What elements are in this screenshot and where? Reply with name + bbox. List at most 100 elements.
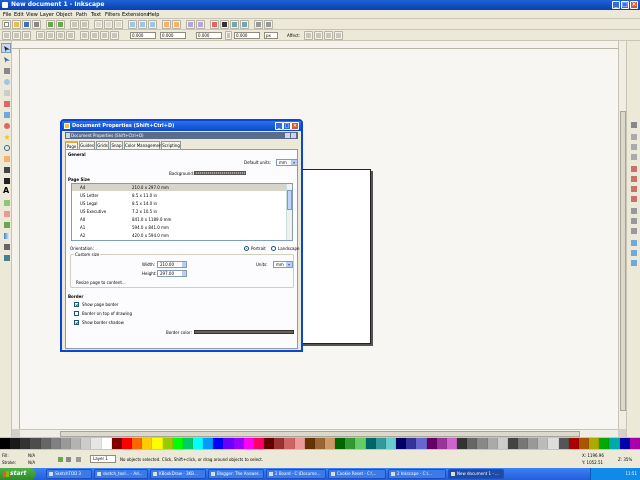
menu-help[interactable]: Help	[148, 12, 159, 18]
flip-vertical-button[interactable]	[66, 31, 75, 40]
color-swatch[interactable]	[619, 438, 630, 449]
select-all-layers-button[interactable]	[12, 31, 21, 40]
color-swatch[interactable]	[568, 438, 579, 449]
duplicate-button[interactable]	[162, 20, 171, 29]
node-tool[interactable]	[1, 54, 11, 64]
list-item[interactable]: US Legal 8.5 x 14.0 in	[72, 200, 287, 207]
color-swatch[interactable]	[345, 438, 356, 449]
tab-guides[interactable]: Guides	[79, 141, 95, 149]
dock-iconify-button[interactable]	[285, 133, 290, 138]
flip-horizontal-button[interactable]	[56, 31, 65, 40]
color-swatch[interactable]	[335, 438, 346, 449]
clock[interactable]: 11:51	[625, 471, 637, 476]
snap-bbox-corner[interactable]	[629, 153, 639, 161]
menu-extensions[interactable]: Extensions	[122, 12, 149, 18]
lower-button[interactable]	[100, 31, 109, 40]
color-swatch[interactable]	[213, 438, 224, 449]
affect-corners-button[interactable]	[314, 31, 323, 40]
menu-layer[interactable]: Layer	[40, 12, 54, 18]
color-swatch[interactable]	[548, 438, 559, 449]
color-swatch[interactable]	[253, 438, 265, 449]
open-button[interactable]	[12, 20, 21, 29]
resize-to-content-expander[interactable]: Resize page to content...	[76, 280, 126, 285]
tab-page[interactable]: Page	[65, 141, 78, 149]
pencil-tool[interactable]	[1, 153, 11, 163]
color-swatch[interactable]	[101, 438, 112, 449]
task-item-active[interactable]: New document 1 - ...	[448, 469, 504, 479]
cut-button[interactable]	[104, 20, 113, 29]
zoom-page-button[interactable]	[148, 20, 157, 29]
dialog-titlebar[interactable]: Document Properties (Shift+Ctrl+D) _ □ ×	[62, 121, 301, 131]
tab-snap[interactable]: Snap	[110, 141, 123, 149]
color-swatch[interactable]	[396, 438, 407, 449]
color-swatch[interactable]	[0, 438, 11, 449]
page-size-scrollbar[interactable]	[286, 184, 292, 240]
visibility-icon[interactable]	[58, 457, 63, 462]
color-swatch[interactable]	[467, 438, 478, 449]
color-swatch[interactable]	[162, 438, 173, 449]
snap-page-border[interactable]	[629, 239, 639, 247]
color-swatch[interactable]	[589, 438, 600, 449]
tab-grids[interactable]: Grids	[96, 141, 109, 149]
snap-rotation-center[interactable]	[629, 227, 639, 235]
color-swatch[interactable]	[314, 438, 325, 449]
select-all-button[interactable]	[2, 31, 11, 40]
color-swatch[interactable]	[243, 438, 254, 449]
width-spinbox[interactable]: 210.00	[157, 261, 187, 268]
snap-bbox[interactable]	[629, 133, 639, 141]
gradient-tool[interactable]	[1, 230, 11, 240]
color-swatch[interactable]	[91, 438, 102, 449]
landscape-radio[interactable]	[271, 246, 276, 251]
task-item[interactable]: KBookDraw - 3KB...	[150, 469, 206, 479]
color-swatch[interactable]	[497, 438, 508, 449]
color-swatch[interactable]	[538, 438, 549, 449]
snap-midpoints[interactable]	[629, 207, 639, 215]
color-swatch[interactable]	[385, 438, 397, 449]
measure-tool[interactable]	[1, 87, 11, 97]
color-swatch[interactable]	[152, 438, 163, 449]
pen-tool[interactable]	[1, 164, 11, 174]
vertical-scrollbar[interactable]	[618, 41, 626, 429]
close-button[interactable]: ×	[630, 1, 638, 9]
task-item[interactable]: Cookie Reset - C:\...	[328, 469, 386, 479]
color-swatch[interactable]	[325, 438, 336, 449]
height-spinbox[interactable]: 297.00	[157, 270, 187, 277]
ungroup-button[interactable]	[196, 20, 205, 29]
xml-editor-button[interactable]	[230, 20, 239, 29]
snap-guide[interactable]	[629, 259, 639, 267]
dialog-close-button[interactable]: ×	[291, 122, 299, 130]
color-swatch[interactable]	[172, 438, 183, 449]
tab-color-management[interactable]: Color Management	[124, 141, 163, 149]
task-item[interactable]: SketchTOD 3	[46, 469, 92, 479]
color-swatch[interactable]	[629, 438, 640, 449]
menu-object[interactable]: Object	[56, 12, 72, 18]
menu-file[interactable]: File	[3, 12, 11, 18]
text-font-button[interactable]	[220, 20, 229, 29]
snap-toggle[interactable]	[629, 121, 639, 129]
snap-bbox-edge[interactable]	[629, 143, 639, 151]
color-swatch[interactable]	[517, 438, 529, 449]
color-swatch[interactable]	[274, 438, 285, 449]
lock-layer-icon[interactable]	[66, 457, 71, 462]
rotate-ccw-button[interactable]	[36, 31, 45, 40]
affect-stroke-button[interactable]	[304, 31, 313, 40]
zoom-level[interactable]: Z: 35%	[618, 457, 632, 462]
snap-nodes[interactable]	[629, 165, 639, 173]
border-on-top-checkbox[interactable]	[74, 311, 79, 316]
selector-tool[interactable]	[1, 43, 11, 53]
units-select[interactable]: mm ▾	[273, 261, 293, 268]
color-swatch[interactable]	[223, 438, 234, 449]
calligraphy-tool[interactable]	[1, 175, 11, 185]
3d-box-tool[interactable]	[1, 109, 11, 119]
color-swatch[interactable]	[446, 438, 458, 449]
zoom-tool[interactable]	[1, 76, 11, 86]
color-swatch[interactable]	[182, 438, 193, 449]
color-swatch[interactable]	[192, 438, 204, 449]
start-button[interactable]: start	[0, 468, 36, 480]
portrait-radio[interactable]	[244, 246, 249, 251]
star-tool[interactable]	[1, 131, 11, 141]
default-units-select[interactable]: mm ▾	[276, 159, 298, 166]
color-swatch[interactable]	[355, 438, 366, 449]
align-button[interactable]	[240, 20, 249, 29]
menu-view[interactable]: View	[26, 12, 38, 18]
